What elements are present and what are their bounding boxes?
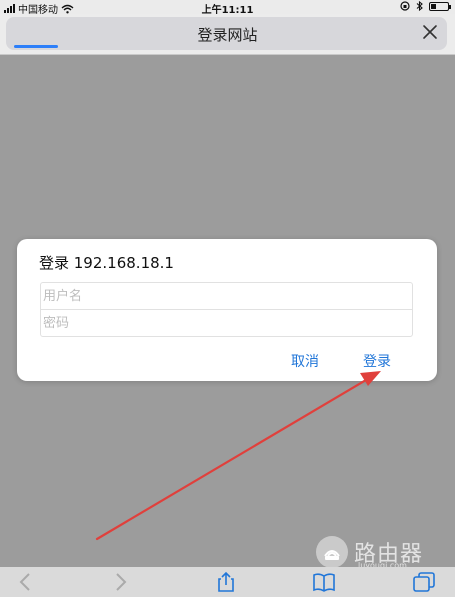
tabs-icon[interactable] <box>412 571 436 593</box>
login-dialog: 登录 192.168.18.1 取消 登录 <box>17 239 437 381</box>
load-progress-bar <box>14 45 58 48</box>
battery-icon <box>429 1 451 11</box>
login-button[interactable]: 登录 <box>363 351 391 371</box>
share-icon[interactable] <box>214 571 238 593</box>
bluetooth-icon <box>416 1 423 11</box>
forward-icon[interactable] <box>108 571 132 593</box>
close-icon[interactable] <box>421 23 439 41</box>
router-icon <box>324 550 340 560</box>
status-bar: 中国移动 上午11:11 <box>0 0 455 16</box>
back-icon[interactable] <box>14 571 38 593</box>
rotation-lock-icon <box>400 1 410 11</box>
dialog-title: 登录 192.168.18.1 <box>39 254 174 272</box>
username-field[interactable] <box>40 282 413 310</box>
battery-fill <box>431 3 436 9</box>
cancel-button[interactable]: 取消 <box>291 351 319 371</box>
password-field[interactable] <box>40 309 413 337</box>
bottom-toolbar <box>0 567 455 597</box>
watermark: 路由器 luyouqi.com <box>314 530 454 570</box>
navigation-bar: 登录网站 <box>0 14 455 55</box>
status-right <box>400 1 451 11</box>
watermark-logo-icon <box>316 536 348 568</box>
page-title: 登录网站 <box>197 26 258 44</box>
bookmarks-icon[interactable] <box>312 571 336 593</box>
